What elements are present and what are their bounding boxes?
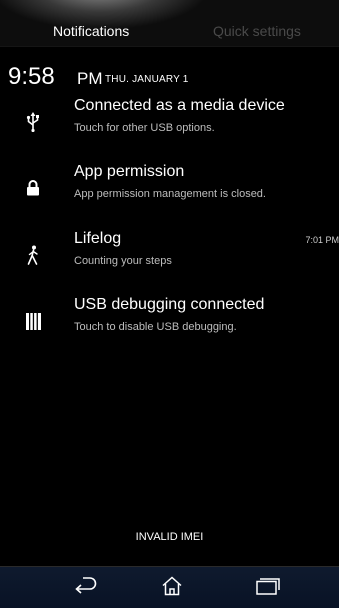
navigation-bar xyxy=(0,567,339,608)
back-icon xyxy=(73,577,99,599)
notification-lifelog[interactable]: Lifelog Counting your steps 7:01 PM xyxy=(0,229,339,287)
notification-app-permission[interactable]: App permission App permission management… xyxy=(0,162,339,220)
recent-apps-icon xyxy=(255,577,281,599)
tab-notifications[interactable]: Notifications xyxy=(53,22,129,40)
notification-usb-debugging[interactable]: USB debugging connected Touch to disable… xyxy=(0,295,339,353)
tab-quick-settings[interactable]: Quick settings xyxy=(213,22,301,40)
walking-person-icon xyxy=(22,243,44,267)
notification-title: Connected as a media device xyxy=(74,97,285,114)
notification-usb-media[interactable]: Connected as a media device Touch for ot… xyxy=(0,96,339,154)
notification-title: USB debugging connected xyxy=(74,296,265,313)
notification-subtitle: Touch to disable USB debugging. xyxy=(74,321,237,333)
lock-icon xyxy=(22,176,44,200)
usb-debugging-icon xyxy=(22,309,44,333)
home-button[interactable] xyxy=(152,573,192,603)
notification-title: App permission xyxy=(74,163,185,180)
usb-icon xyxy=(22,110,44,134)
carrier-label: INVALID IMEI xyxy=(135,531,204,543)
notification-subtitle: App permission management is closed. xyxy=(74,188,266,200)
notification-tabs-bar: Notifications Quick settings xyxy=(0,0,339,47)
clock-date-row: 9:58 PM THU. JANUARY 1 xyxy=(0,64,339,92)
clock-date: THU. JANUARY 1 xyxy=(105,74,189,85)
home-icon xyxy=(161,576,183,600)
notification-timestamp: 7:01 PM xyxy=(305,235,339,245)
clock-ampm: PM xyxy=(77,69,103,88)
notification-title: Lifelog xyxy=(74,230,122,247)
recent-apps-button[interactable] xyxy=(248,573,288,603)
clock-time: 9:58 xyxy=(8,63,55,90)
notification-subtitle: Touch for other USB options. xyxy=(74,122,215,134)
back-button[interactable] xyxy=(66,573,106,603)
notification-subtitle: Counting your steps xyxy=(74,255,172,267)
